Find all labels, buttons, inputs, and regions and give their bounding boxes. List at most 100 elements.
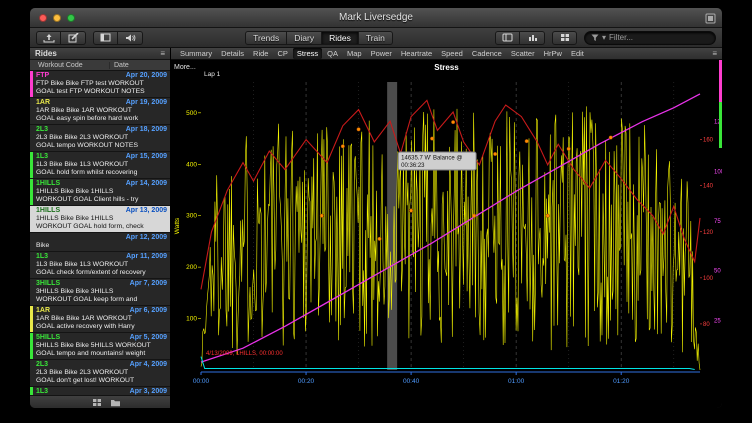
ride-description: WORKOUT GOAL keep form and <box>36 296 167 304</box>
fullscreen-icon[interactable] <box>705 13 716 24</box>
traffic-lights <box>39 14 75 22</box>
ride-row[interactable]: Apr 12, 2009Bike <box>30 233 170 252</box>
analysis-tab-qa[interactable]: QA <box>323 48 342 59</box>
analysis-tab-scatter[interactable]: Scatter <box>507 48 539 59</box>
grid-view-icon[interactable] <box>92 398 102 407</box>
analysis-tab-stress[interactable]: Stress <box>293 48 322 59</box>
layout-button[interactable] <box>93 31 118 45</box>
ride-code: 1AR <box>36 307 50 315</box>
analysis-tab-hrpw[interactable]: HrPw <box>540 48 566 59</box>
ride-description: GOAL check form/extent of recovery <box>36 269 167 277</box>
ride-row[interactable]: FTPApr 20, 2009FTP Bike Bike FTP test WO… <box>30 71 170 98</box>
ride-description: FTP Bike Bike FTP test WORKOUT <box>36 80 167 88</box>
svg-text:01:00: 01:00 <box>508 378 525 385</box>
analysis-tab-summary[interactable]: Summary <box>176 48 216 59</box>
stress-chart[interactable]: 00:0000:2000:4001:0001:20100200300400500… <box>171 60 722 408</box>
svg-text:More...: More... <box>174 64 196 71</box>
svg-text:500: 500 <box>186 110 197 117</box>
content-area: Rides ≡ Workout Code Date FTPApr 20, 200… <box>30 48 722 408</box>
switcher-tab-diary[interactable]: Diary <box>287 31 322 45</box>
upload-button[interactable] <box>36 31 61 45</box>
ride-date: Apr 13, 2009 <box>126 207 167 215</box>
svg-text:00:00: 00:00 <box>193 378 210 385</box>
svg-text:120: 120 <box>703 230 714 236</box>
analysis-tabs: SummaryDetailsRideCPStressQAMapPowerHear… <box>176 48 588 59</box>
svg-text:100: 100 <box>714 169 722 175</box>
ride-date: Apr 19, 2009 <box>126 99 167 107</box>
switcher-tab-train[interactable]: Train <box>359 31 393 45</box>
ride-row[interactable]: 1ARApr 19, 20091AR Bike Bike 1AR WORKOUT… <box>30 98 170 125</box>
sidebar-menu-icon[interactable]: ≡ <box>160 49 165 58</box>
ride-row[interactable]: 1HILLS Apr 13, 20091HILLS Bike Bike 1HILL… <box>30 206 170 233</box>
column-workout-code[interactable]: Workout Code <box>30 62 110 69</box>
analysis-tab-cadence[interactable]: Cadence <box>468 48 506 59</box>
ride-description: GOAL hold form whilst recovering <box>36 169 167 177</box>
sidebar-title: Rides <box>35 49 57 58</box>
svg-text:100: 100 <box>703 276 714 282</box>
analysis-tab-bar: SummaryDetailsRideCPStressQAMapPowerHear… <box>171 48 722 60</box>
ride-row[interactable]: 1ARApr 6, 20091AR Bike Bike 1AR WORKOUTG… <box>30 306 170 333</box>
svg-text:14635.7 W' Balance @: 14635.7 W' Balance @ <box>401 156 462 162</box>
zoom-button[interactable] <box>67 14 75 22</box>
svg-text:01:20: 01:20 <box>613 378 630 385</box>
ride-code: 1HILLS <box>36 207 60 215</box>
ride-code: 5HILLS <box>36 334 60 342</box>
svg-text:4/13/2009, 1HILLS, 00:00:00: 4/13/2009, 1HILLS, 00:00:00 <box>206 351 283 357</box>
svg-text:00:36:23: 00:36:23 <box>401 163 425 169</box>
svg-text:140: 140 <box>703 184 714 190</box>
filter-funnel-icon <box>591 34 599 42</box>
ride-description: GOAL easy spin before hard work <box>36 115 167 123</box>
toolbar: TrendsDiaryRidesTrain ▾ Filter... <box>30 28 722 48</box>
ride-row[interactable]: 1L3Apr 3, 2009 <box>30 387 170 395</box>
folder-icon[interactable] <box>110 398 121 407</box>
chart-settings-button[interactable] <box>520 31 545 45</box>
svg-text:25: 25 <box>714 318 721 324</box>
switcher-tab-rides[interactable]: Rides <box>322 31 359 45</box>
ride-code: 1L3 <box>36 153 48 161</box>
switcher-tab-trends[interactable]: Trends <box>245 31 287 45</box>
stress-chart-svg[interactable]: 00:0000:2000:4001:0001:20100200300400500… <box>171 60 722 408</box>
analysis-tab-speed[interactable]: Speed <box>437 48 467 59</box>
analysis-tab-map[interactable]: Map <box>343 48 366 59</box>
filter-chevron-icon: ▾ <box>602 33 606 42</box>
ride-description: GOAL tempo WORKOUT NOTES <box>36 142 167 150</box>
column-date[interactable]: Date <box>110 62 129 69</box>
compose-button[interactable] <box>61 31 86 45</box>
close-button[interactable] <box>39 14 47 22</box>
analysis-tab-details[interactable]: Details <box>217 48 248 59</box>
main-panel: SummaryDetailsRideCPStressQAMapPowerHear… <box>171 48 722 408</box>
analysis-tab-ride[interactable]: Ride <box>249 48 272 59</box>
analysis-tab-cp[interactable]: CP <box>273 48 291 59</box>
window-title: Mark Liversedge <box>30 12 722 23</box>
view-switcher: TrendsDiaryRidesTrain <box>245 31 393 45</box>
ride-description: 2L3 Bike Bike 2L3 WORKOUT <box>36 134 167 142</box>
svg-text:400: 400 <box>186 161 197 168</box>
ride-date: Apr 14, 2009 <box>126 180 167 188</box>
svg-text:75: 75 <box>714 219 721 225</box>
ride-date: Apr 20, 2009 <box>126 72 167 80</box>
ride-row[interactable]: 2L3Apr 18, 20092L3 Bike Bike 2L3 WORKOUT… <box>30 125 170 152</box>
svg-text:200: 200 <box>186 264 197 271</box>
ride-row[interactable]: 3HILLSApr 7, 20093HILLS Bike Bike 3HILLS… <box>30 279 170 306</box>
ride-row[interactable]: 1HILLSApr 14, 20091HILLS Bike Bike 1HILL… <box>30 179 170 206</box>
analysis-tab-heartrate[interactable]: Heartrate <box>397 48 436 59</box>
ride-description: GOAL active recovery with Harry <box>36 323 167 331</box>
ride-row[interactable]: 5HILLSApr 5, 20095HILLS Bike Bike 5HILLS… <box>30 333 170 360</box>
audio-button[interactable] <box>118 31 143 45</box>
sidebar-toggle-button[interactable] <box>495 31 520 45</box>
ride-code: 3HILLS <box>36 280 60 288</box>
filter-field[interactable]: ▾ Filter... <box>584 31 716 45</box>
ride-row[interactable]: 1L3Apr 15, 20091L3 Bike Bike 1L3 WORKOUT… <box>30 152 170 179</box>
sidebar-footer <box>30 395 170 408</box>
analysis-tab-power[interactable]: Power <box>367 48 396 59</box>
sidebar-column-headers[interactable]: Workout Code Date <box>30 60 170 71</box>
ride-description: 1HILLS Bike Bike 1HILLS <box>36 215 167 223</box>
svg-text:160: 160 <box>703 138 714 144</box>
svg-text:Lap 1: Lap 1 <box>204 71 221 78</box>
analysis-tab-edit[interactable]: Edit <box>567 48 588 59</box>
minimize-button[interactable] <box>53 14 61 22</box>
tile-view-button[interactable] <box>552 31 577 45</box>
ride-row[interactable]: 2L3Apr 4, 20092L3 Bike Bike 2L3 WORKOUTG… <box>30 360 170 387</box>
tabbar-menu-icon[interactable]: ≡ <box>712 49 717 58</box>
ride-row[interactable]: 1L3Apr 11, 20091L3 Bike Bike 1L3 WORKOUT… <box>30 252 170 279</box>
